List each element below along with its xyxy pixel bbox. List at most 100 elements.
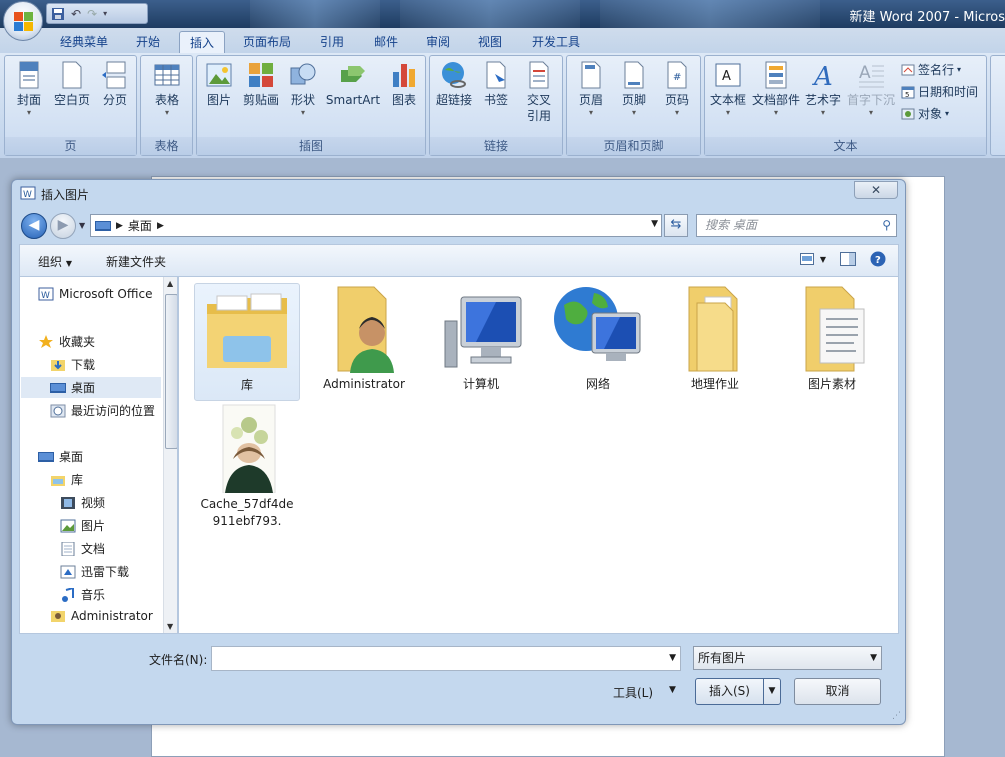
file-item-network[interactable]: 网络 [545,283,651,393]
recent-pages-dropdown[interactable]: ▼ [79,221,85,230]
nav-item-music[interactable]: 音乐 [60,586,105,603]
nav-item-administrator[interactable]: Administrator [50,609,153,623]
new-folder-button[interactable]: 新建文件夹 [106,253,166,270]
text-box-button[interactable]: A 文本框 ▾ [707,60,749,118]
nav-item-documents[interactable]: 文档 [60,540,105,557]
nav-item-recent-places[interactable]: 最近访问的位置 [50,402,155,419]
chart-button[interactable]: 图表 [385,60,423,108]
cancel-button[interactable]: 取消 [794,678,881,705]
tab-home[interactable]: 开始 [128,31,168,53]
title-bar: 新建 Word 2007 - Micros [0,0,1005,28]
quick-parts-button[interactable]: 文档部件 ▾ [750,60,802,118]
tab-insert[interactable]: 插入 [179,31,225,53]
page-break-icon [102,61,126,89]
group-table: 表格 ▾ 表格 [140,55,193,156]
file-name: Administrator [323,377,405,391]
cover-page-icon [19,61,39,89]
organize-button[interactable]: 组织 ▼ [38,253,72,270]
back-button[interactable]: ◀ [21,213,47,239]
nav-item-microsoft-office[interactable]: W Microsoft Office [38,287,152,301]
file-list: 库 Administrator 计算机 网络 地理作业 图片素材 Cache_5… [178,276,899,634]
nav-item-thunder-downloads[interactable]: 迅雷下载 [60,563,129,580]
tools-button[interactable]: 工具(L) [613,684,653,701]
word-document-icon: W [20,186,36,200]
resize-grip[interactable]: ⋰ [892,711,901,721]
group-pages: 封面 ▾ 空白页 分页 页 [4,55,137,156]
hyperlink-button[interactable]: 超链接 [432,60,476,108]
folder-icon [688,286,738,372]
tab-page-layout[interactable]: 页面布局 [236,31,298,53]
address-bar[interactable]: ▶ 桌面 ▶ ▼ [90,214,662,237]
breadcrumb-separator[interactable]: ▶ [116,221,123,231]
tools-dropdown-icon[interactable]: ▼ [669,685,676,695]
nav-scrollbar[interactable]: ▲ ▼ [163,277,177,633]
quick-parts-icon [765,61,787,89]
chevron-down-icon[interactable]: ▼ [669,653,676,663]
tab-review[interactable]: 审阅 [418,31,458,53]
date-time-button[interactable]: 5 日期和时间 [901,83,978,100]
close-button[interactable]: ✕ [854,181,898,199]
file-item-cache-image[interactable]: Cache_57df4de 911ebf793. [194,403,300,530]
undo-icon[interactable]: ↶ [71,7,81,21]
cover-page-button[interactable]: 封面 ▾ [9,60,49,118]
object-icon [901,108,915,119]
page-number-button[interactable]: # 页码 ▾ [656,60,698,118]
insert-button[interactable]: 插入(S) ▼ [695,678,781,705]
file-item-administrator[interactable]: Administrator [311,283,417,393]
file-item-library[interactable]: 库 [194,283,300,401]
object-button[interactable]: 对象 ▾ [901,105,949,122]
nav-favorites[interactable]: 收藏夹 [38,333,95,350]
tab-mailings[interactable]: 邮件 [364,31,408,53]
tab-references[interactable]: 引用 [310,31,354,53]
tab-classic-menu[interactable]: 经典菜单 [52,31,116,53]
clip-art-button[interactable]: 剪贴画 [239,60,283,108]
table-icon [154,64,180,86]
chevron-down-icon[interactable]: ▼ [651,219,658,229]
cross-reference-button[interactable]: 交叉 引用 [518,60,560,124]
file-item-computer[interactable]: 计算机 [428,283,534,393]
tab-view[interactable]: 视图 [470,31,510,53]
page-break-button[interactable]: 分页 [95,60,135,108]
filename-input[interactable]: ▼ [211,646,681,671]
thunder-download-icon [60,565,76,578]
breadcrumb-separator[interactable]: ▶ [157,221,164,231]
footer-button[interactable]: 页脚 ▾ [613,60,655,118]
bookmark-button[interactable]: 书签 [476,60,516,108]
save-icon[interactable] [51,7,65,21]
signature-line-button[interactable]: 签名行 ▾ [901,61,961,78]
customize-qat-icon[interactable]: ▾ [103,9,107,18]
nav-desktop[interactable]: 桌面 [38,448,83,465]
scroll-up-icon[interactable]: ▲ [167,279,173,288]
file-item-geography-homework[interactable]: 地理作业 [662,283,768,393]
nav-item-desktop-favorite[interactable]: 桌面 [21,377,161,398]
change-view-button[interactable]: ▼ [799,253,826,265]
breadcrumb-location[interactable]: 桌面 [128,217,152,234]
nav-item-libraries[interactable]: 库 [50,471,83,488]
search-input[interactable]: 搜索 桌面 ⚲ [696,214,897,237]
video-icon [61,496,75,509]
drop-cap-button[interactable]: A 首字下沉 ▾ [845,60,897,118]
shapes-button[interactable]: 形状 ▾ [285,60,321,118]
chart-icon [393,64,415,87]
nav-item-pictures[interactable]: 图片 [60,517,105,534]
preview-pane-icon[interactable] [840,252,856,266]
table-button[interactable]: 表格 ▾ [145,60,189,118]
header-button[interactable]: 页眉 ▾ [570,60,612,118]
help-icon[interactable]: ? [870,251,886,267]
file-type-filter[interactable]: 所有图片 ▼ [693,646,882,670]
picture-button[interactable]: 图片 [199,60,239,108]
wordart-button[interactable]: A 艺术字 ▾ [803,60,843,118]
nav-item-videos[interactable]: 视频 [60,494,105,511]
forward-button[interactable]: ▶ [50,213,76,239]
scroll-down-icon[interactable]: ▼ [167,622,173,631]
insert-options-dropdown[interactable]: ▼ [763,679,780,704]
nav-item-downloads[interactable]: 下载 [50,356,95,373]
blank-page-button[interactable]: 空白页 [51,60,93,108]
office-button[interactable] [3,1,43,41]
file-item-picture-assets[interactable]: 图片素材 [779,283,885,393]
smartart-button[interactable]: SmartArt [323,60,383,108]
scrollbar-thumb[interactable] [165,294,177,449]
redo-icon[interactable]: ↷ [87,7,97,21]
refresh-button[interactable]: ⇆ [664,214,688,237]
tab-developer[interactable]: 开发工具 [524,31,588,53]
